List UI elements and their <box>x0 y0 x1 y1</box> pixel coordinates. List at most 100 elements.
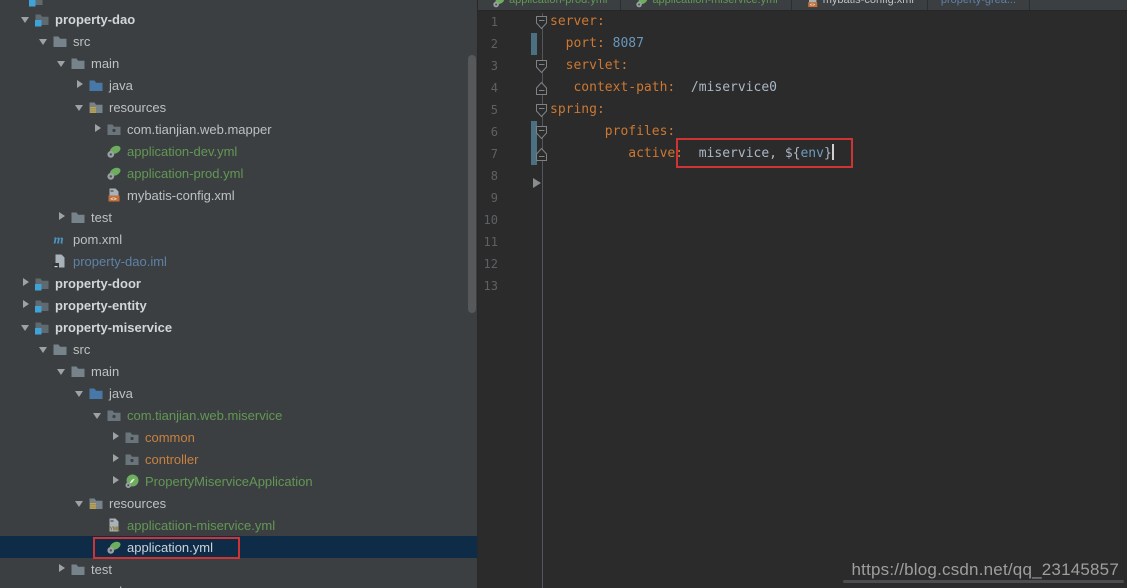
tree-item-label: test <box>91 209 112 225</box>
tree-collapsed-arrow-icon[interactable] <box>108 473 124 489</box>
tree-item-java[interactable]: java <box>0 74 477 96</box>
tree-collapsed-arrow-icon[interactable] <box>90 121 106 137</box>
tree-item-label: application-dev.yml <box>127 143 238 159</box>
watermark-url: https://blog.csdn.net/qq_23145857 <box>851 560 1119 579</box>
editor-tab-label: mybatis-config.xml <box>822 0 914 6</box>
tree-item-com-tianjian-web-miservice[interactable]: com.tianjian.web.miservice <box>0 404 477 426</box>
editor-tab-applicatiion-miservice-yml[interactable]: applicatiion-miservice.yml <box>621 0 792 10</box>
line-number: 5 <box>490 103 498 117</box>
tree-collapsed-arrow-icon[interactable] <box>18 297 34 313</box>
tree-item-property-door[interactable]: property-door <box>0 272 477 294</box>
folder-icon <box>70 55 86 71</box>
fold-marker-start-icon[interactable] <box>535 15 548 30</box>
tree-item-com-tianjian-web-mapper[interactable]: com.tianjian.web.mapper <box>0 118 477 140</box>
folder-icon <box>70 363 86 379</box>
tree-item-property-dao-iml[interactable]: property-dao.iml <box>0 250 477 272</box>
line-number: 3 <box>490 59 498 73</box>
editor-tab-bar: application-prod.yml applicatiion-miservi… <box>478 0 1127 11</box>
code-line[interactable]: context-path: /miservice0 <box>550 77 1127 99</box>
svg-text:<>: <> <box>110 196 117 202</box>
module-icon <box>34 319 50 335</box>
tree-expanded-arrow-icon[interactable] <box>54 55 70 71</box>
tree-collapsed-arrow-icon[interactable] <box>108 451 124 467</box>
code-line[interactable]: server: <box>550 11 1127 33</box>
tree-item-controller[interactable]: controller <box>0 448 477 470</box>
tree-expanded-arrow-icon[interactable] <box>72 495 88 511</box>
tree-item-application-dev-yml[interactable]: application-dev.yml <box>0 140 477 162</box>
tree-item-label: controller <box>145 451 199 467</box>
tree-expanded-arrow-icon[interactable] <box>18 11 34 27</box>
tree-item-application-prod-yml[interactable]: application-prod.yml <box>0 162 477 184</box>
tree-item-main[interactable]: main <box>0 360 477 382</box>
editor-tab-property-grea[interactable]: property-grea... <box>928 0 1031 10</box>
tree-item-test[interactable]: test <box>0 206 477 228</box>
tree-arrow-spacer <box>90 187 106 203</box>
collapsed-fold-arrow-icon[interactable] <box>533 178 541 188</box>
tree-item-pom-xml[interactable]: m pom.xml <box>0 580 477 588</box>
annotation-box-selected-file <box>93 537 240 559</box>
code-line[interactable]: spring: <box>550 99 1127 121</box>
tree-item-src[interactable]: src <box>0 338 477 360</box>
tree-arrow-spacer <box>90 143 106 159</box>
code-line[interactable] <box>550 231 1127 253</box>
tree-expanded-arrow-icon[interactable] <box>36 341 52 357</box>
folder-icon <box>52 33 68 49</box>
tree-item-common[interactable]: common <box>0 426 477 448</box>
tree-item-resources[interactable]: resources <box>0 96 477 118</box>
tree-item-java[interactable]: java <box>0 382 477 404</box>
code-token: /miservice0 <box>690 80 777 95</box>
fold-marker-start-icon[interactable] <box>535 103 548 118</box>
tree-item-main[interactable]: main <box>0 52 477 74</box>
tree-item-test[interactable]: test <box>0 558 477 580</box>
fold-marker-end-icon[interactable] <box>535 81 548 96</box>
code-line[interactable] <box>550 275 1127 297</box>
tree-collapsed-arrow-icon[interactable] <box>54 561 70 577</box>
package-icon <box>106 407 122 423</box>
tree-arrow-spacer <box>90 517 106 533</box>
svg-text:m: m <box>54 232 64 247</box>
tree-expanded-arrow-icon[interactable] <box>18 319 34 335</box>
maven-icon: m <box>52 231 68 247</box>
tree-expanded-arrow-icon[interactable] <box>72 99 88 115</box>
editor-hscrollbar-thumb[interactable] <box>843 580 1124 583</box>
tree-expanded-arrow-icon[interactable] <box>54 363 70 379</box>
tree-item-mybatis-config-xml[interactable]: <> mybatis-config.xml <box>0 184 477 206</box>
code-line[interactable] <box>550 165 1127 187</box>
tree-arrow-spacer <box>36 231 52 247</box>
tree-item-property-dao[interactable]: property-dao <box>0 8 477 30</box>
tree-item-label: property-miservice <box>55 319 173 335</box>
tree-expanded-arrow-icon[interactable] <box>36 33 52 49</box>
editor-tab-mybatis-config-xml[interactable]: <> mybatis-config.xml <box>792 0 928 10</box>
line-number: 9 <box>490 191 498 205</box>
tree-item-label: applicatiion-miservice.yml <box>127 517 276 533</box>
tree-collapsed-arrow-icon[interactable] <box>54 209 70 225</box>
tree-collapsed-arrow-icon[interactable] <box>72 77 88 93</box>
code-line[interactable] <box>550 187 1127 209</box>
code-line[interactable]: port: 8087 <box>550 33 1127 55</box>
tree-item-property-entity[interactable]: property-entity <box>0 294 477 316</box>
tree-item-propertymiserviceapplication[interactable]: PropertyMiserviceApplication <box>0 470 477 492</box>
tree-expanded-arrow-icon[interactable] <box>72 385 88 401</box>
tree-item-label: property-door <box>55 275 141 291</box>
code-line[interactable] <box>550 209 1127 231</box>
tree-item-src[interactable]: src <box>0 30 477 52</box>
tree-item-applicatiion-miservice-yml[interactable]: YML applicatiion-miservice.yml <box>0 514 477 536</box>
tree-collapsed-arrow-icon[interactable] <box>18 275 34 291</box>
tree-item-label: com.tianjian.web.mapper <box>127 121 272 137</box>
code-line[interactable] <box>550 253 1127 275</box>
ide-window: property-dao src main java resources com.tian… <box>0 0 1127 588</box>
fold-marker-end-icon[interactable] <box>535 147 548 162</box>
fold-marker-start-icon[interactable] <box>535 125 548 140</box>
tree-collapsed-arrow-icon[interactable] <box>108 429 124 445</box>
spring-config-icon <box>492 0 505 7</box>
tree-item-resources[interactable]: resources <box>0 492 477 514</box>
tree-item-pom-xml[interactable]: m pom.xml <box>0 228 477 250</box>
line-number: 2 <box>490 37 498 51</box>
tree-expanded-arrow-icon[interactable] <box>90 407 106 423</box>
tree-arrow-spacer <box>36 253 52 269</box>
fold-marker-start-icon[interactable] <box>535 59 548 74</box>
editor-tab-application-prod-yml[interactable]: application-prod.yml <box>478 0 622 10</box>
tree-item-property-miservice[interactable]: property-miservice <box>0 316 477 338</box>
code-line[interactable]: servlet: <box>550 55 1127 77</box>
tree-scrollbar-thumb[interactable] <box>468 55 476 313</box>
